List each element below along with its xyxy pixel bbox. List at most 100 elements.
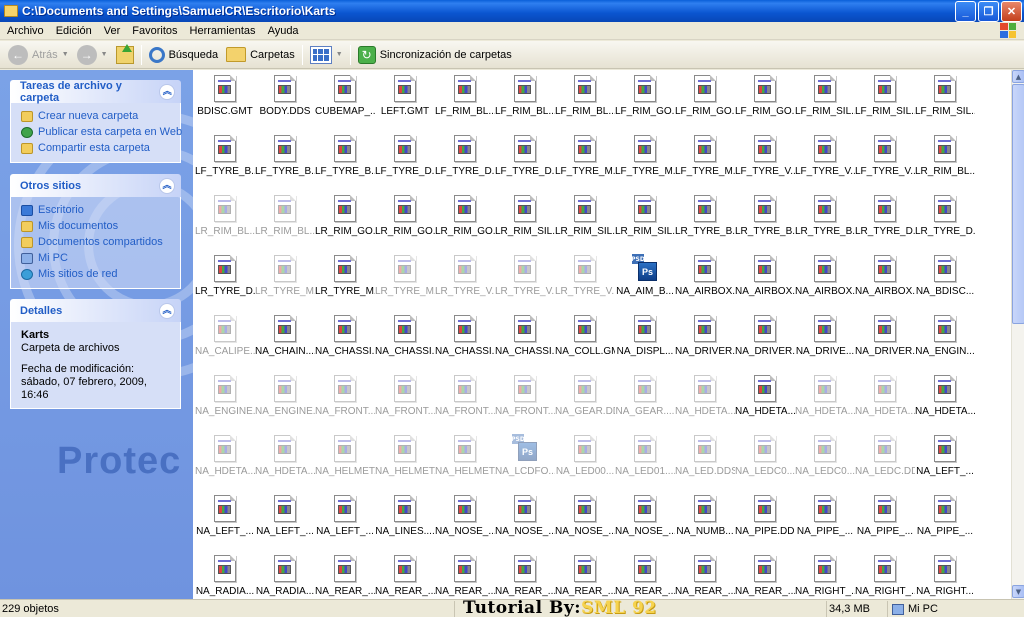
file-item[interactable]: LR_RIM_SIL... bbox=[495, 192, 555, 252]
details-panel-header[interactable]: Detalles ︽ bbox=[10, 299, 181, 322]
file-item[interactable]: LR_TYRE_B... bbox=[675, 192, 735, 252]
file-item[interactable]: LR_RIM_BL... bbox=[195, 192, 255, 252]
my-pc-link[interactable]: Mi PC bbox=[21, 250, 172, 266]
file-item[interactable]: LR_TYRE_M... bbox=[315, 252, 375, 312]
file-item[interactable]: NA_AIRBOX... bbox=[675, 252, 735, 312]
file-item[interactable]: NA_HDETA... bbox=[855, 372, 915, 432]
tasks-panel-header[interactable]: Tareas de archivo y carpeta ︽ bbox=[10, 80, 181, 104]
file-item[interactable]: NA_RIGHT_... bbox=[795, 552, 855, 599]
file-item[interactable]: NA_LEFT_... bbox=[915, 432, 975, 492]
file-item[interactable]: NA_NOSE_... bbox=[495, 492, 555, 552]
file-item[interactable]: NA_CHASSI... bbox=[495, 312, 555, 372]
file-item[interactable]: LF_RIM_SIL... bbox=[915, 72, 975, 132]
file-item[interactable]: NA_FRONT... bbox=[435, 372, 495, 432]
file-item[interactable]: NA_LEFT_... bbox=[195, 492, 255, 552]
menu-ayuda[interactable]: Ayuda bbox=[262, 25, 305, 37]
file-item[interactable]: NA_LED.DDS bbox=[675, 432, 735, 492]
file-item[interactable]: LR_TYRE_M... bbox=[375, 252, 435, 312]
file-item[interactable]: NA_LEDC.DDS bbox=[855, 432, 915, 492]
file-item[interactable]: NA_DISPL... bbox=[615, 312, 675, 372]
file-item[interactable]: NA_REAR_... bbox=[315, 552, 375, 599]
scroll-thumb[interactable] bbox=[1012, 84, 1024, 324]
file-item[interactable]: NA_DRIVER... bbox=[855, 312, 915, 372]
file-item[interactable]: PSD Ps NA_LCDFO... bbox=[495, 432, 555, 492]
places-panel-header[interactable]: Otros sitios ︽ bbox=[10, 174, 181, 197]
file-item[interactable]: NA_REAR_... bbox=[735, 552, 795, 599]
file-item[interactable]: LF_TYRE_M... bbox=[555, 132, 615, 192]
file-item[interactable]: NA_AIRBOX... bbox=[795, 252, 855, 312]
file-item[interactable]: LR_TYRE_V... bbox=[435, 252, 495, 312]
file-item[interactable]: PSD Ps NA_AIM_B... bbox=[615, 252, 675, 312]
file-item[interactable]: NA_FRONT... bbox=[495, 372, 555, 432]
file-item[interactable]: NA_CHAIN.... bbox=[255, 312, 315, 372]
menu-herramientas[interactable]: Herramientas bbox=[184, 25, 262, 37]
maximize-button[interactable]: ❐ bbox=[978, 1, 999, 22]
file-item[interactable]: NA_AIRBOX... bbox=[855, 252, 915, 312]
file-item[interactable]: LR_RIM_BL... bbox=[255, 192, 315, 252]
file-item[interactable]: NA_LINES.... bbox=[375, 492, 435, 552]
file-item[interactable]: NA_LEFT_... bbox=[315, 492, 375, 552]
file-item[interactable]: NA_NOSE_... bbox=[435, 492, 495, 552]
file-item[interactable]: NA_RIGHT... bbox=[915, 552, 975, 599]
file-item[interactable]: LF_RIM_SIL... bbox=[855, 72, 915, 132]
file-item[interactable]: NA_LEDC0... bbox=[795, 432, 855, 492]
file-item[interactable]: NA_DRIVER... bbox=[735, 312, 795, 372]
file-item[interactable]: NA_REAR_... bbox=[375, 552, 435, 599]
file-item[interactable]: LR_TYRE_D... bbox=[915, 192, 975, 252]
file-item[interactable]: NA_DRIVER... bbox=[675, 312, 735, 372]
my-documents-link[interactable]: Mis documentos bbox=[21, 218, 172, 234]
file-item[interactable]: NA_RADIA... bbox=[195, 552, 255, 599]
forward-button[interactable]: → ▼ bbox=[73, 43, 112, 67]
file-item[interactable]: NA_NUMB... bbox=[675, 492, 735, 552]
file-item[interactable]: BODY.DDS bbox=[255, 72, 315, 132]
file-item[interactable]: LF_TYRE_B... bbox=[195, 132, 255, 192]
share-folder-link[interactable]: Compartir esta carpeta bbox=[21, 140, 172, 156]
close-button[interactable]: ✕ bbox=[1001, 1, 1022, 22]
file-item[interactable]: LR_TYRE_B... bbox=[735, 192, 795, 252]
scroll-down-icon[interactable]: ▼ bbox=[1012, 585, 1024, 598]
file-item[interactable]: NA_NOSE_... bbox=[615, 492, 675, 552]
file-item[interactable]: NA_CHASSI... bbox=[435, 312, 495, 372]
menu-edicion[interactable]: Edición bbox=[50, 25, 98, 37]
file-item[interactable]: NA_REAR_... bbox=[495, 552, 555, 599]
file-item[interactable]: LR_TYRE_D... bbox=[855, 192, 915, 252]
menu-archivo[interactable]: Archivo bbox=[1, 25, 50, 37]
file-item[interactable]: NA_LEDC0... bbox=[735, 432, 795, 492]
file-item[interactable]: NA_HELMET... bbox=[435, 432, 495, 492]
menu-favoritos[interactable]: Favoritos bbox=[126, 25, 183, 37]
file-item[interactable]: LR_TYRE_D... bbox=[195, 252, 255, 312]
file-item[interactable]: NA_PIPE_... bbox=[795, 492, 855, 552]
up-folder-button[interactable] bbox=[112, 43, 138, 67]
file-item[interactable]: LF_RIM_BL... bbox=[435, 72, 495, 132]
file-item[interactable]: LF_TYRE_D... bbox=[495, 132, 555, 192]
file-item[interactable]: LR_RIM_GO... bbox=[435, 192, 495, 252]
file-item[interactable]: NA_RADIA... bbox=[255, 552, 315, 599]
file-item[interactable]: LF_TYRE_V... bbox=[795, 132, 855, 192]
file-item[interactable]: NA_ENGINE... bbox=[195, 372, 255, 432]
file-item[interactable]: NA_FRONT... bbox=[315, 372, 375, 432]
file-item[interactable]: NA_CALIPE... bbox=[195, 312, 255, 372]
file-item[interactable]: NA_GEAR.DDS bbox=[555, 372, 615, 432]
file-item[interactable]: NA_HDETA... bbox=[915, 372, 975, 432]
file-item[interactable]: NA_GEAR.... bbox=[615, 372, 675, 432]
file-item[interactable]: LF_RIM_GO... bbox=[675, 72, 735, 132]
file-item[interactable]: LF_TYRE_V... bbox=[855, 132, 915, 192]
file-item[interactable]: NA_NOSE_... bbox=[555, 492, 615, 552]
file-item[interactable]: LR_TYRE_V... bbox=[555, 252, 615, 312]
file-item[interactable]: NA_HDETA... bbox=[195, 432, 255, 492]
file-item[interactable]: LR_RIM_GO... bbox=[375, 192, 435, 252]
file-item[interactable]: LR_RIM_GO... bbox=[315, 192, 375, 252]
file-item[interactable]: NA_REAR_... bbox=[435, 552, 495, 599]
shared-documents-link[interactable]: Documentos compartidos bbox=[21, 234, 172, 250]
network-places-link[interactable]: Mis sitios de red bbox=[21, 266, 172, 282]
file-item[interactable]: LR_TYRE_M... bbox=[255, 252, 315, 312]
file-item[interactable]: LR_RIM_SIL... bbox=[615, 192, 675, 252]
file-item[interactable]: NA_LEFT_... bbox=[255, 492, 315, 552]
desktop-link[interactable]: Escritorio bbox=[21, 202, 172, 218]
file-item[interactable]: NA_REAR_... bbox=[675, 552, 735, 599]
file-item[interactable]: NA_COLL.GMT bbox=[555, 312, 615, 372]
file-item[interactable]: LF_TYRE_V... bbox=[735, 132, 795, 192]
file-item[interactable]: NA_AIRBOX... bbox=[735, 252, 795, 312]
sync-button[interactable]: ↻ Sincronización de carpetas bbox=[354, 43, 516, 67]
search-button[interactable]: Búsqueda bbox=[145, 43, 223, 67]
